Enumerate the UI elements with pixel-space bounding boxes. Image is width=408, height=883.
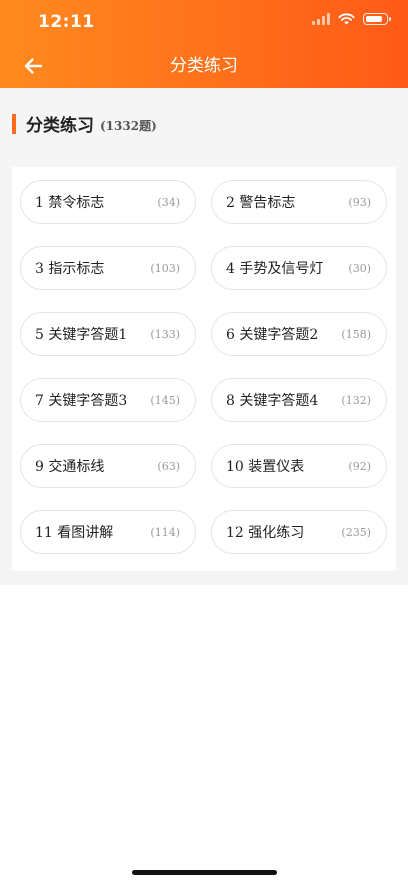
category-count: (92) bbox=[348, 459, 371, 473]
section-title: 分类练习 bbox=[26, 116, 94, 136]
category-item[interactable]: 3 指示标志 (103) bbox=[20, 246, 196, 290]
category-item[interactable]: 12 强化练习 (235) bbox=[211, 510, 387, 554]
category-name: 12 强化练习 bbox=[226, 525, 305, 541]
category-item[interactable]: 2 警告标志 (93) bbox=[211, 180, 387, 224]
category-count: (30) bbox=[348, 261, 371, 275]
app-header: 12:11 分类练习 bbox=[0, 0, 408, 88]
category-count: (132) bbox=[341, 393, 371, 407]
category-name: 5 关键字答题1 bbox=[35, 327, 128, 343]
category-count: (63) bbox=[157, 459, 180, 473]
wifi-icon bbox=[338, 13, 355, 25]
category-count: (103) bbox=[150, 261, 180, 275]
category-name: 10 装置仪表 bbox=[226, 459, 305, 475]
main-content: 分类练习 (1332题) 1 禁令标志 (34) 2 警告标志 (93) 3 指… bbox=[0, 88, 408, 585]
cellular-signal-icon bbox=[312, 13, 330, 25]
battery-level bbox=[365, 15, 382, 22]
category-name: 4 手势及信号灯 bbox=[226, 261, 324, 277]
category-name: 2 警告标志 bbox=[226, 195, 296, 211]
category-item[interactable]: 6 关键字答题2 (158) bbox=[211, 312, 387, 356]
category-item[interactable]: 10 装置仪表 (92) bbox=[211, 444, 387, 488]
status-time: 12:11 bbox=[38, 12, 95, 32]
page-title: 分类练习 bbox=[170, 56, 238, 76]
category-name: 11 看图讲解 bbox=[35, 525, 114, 541]
category-count: (34) bbox=[157, 195, 180, 209]
category-name: 3 指示标志 bbox=[35, 261, 105, 277]
category-name: 9 交通标线 bbox=[35, 459, 105, 475]
category-count: (114) bbox=[150, 525, 180, 539]
category-grid: 1 禁令标志 (34) 2 警告标志 (93) 3 指示标志 (103) 4 手… bbox=[20, 180, 387, 554]
category-card: 1 禁令标志 (34) 2 警告标志 (93) 3 指示标志 (103) 4 手… bbox=[12, 167, 396, 571]
status-icons bbox=[312, 13, 391, 25]
category-name: 7 关键字答题3 bbox=[35, 393, 128, 409]
home-indicator[interactable] bbox=[132, 870, 277, 875]
category-item[interactable]: 8 关键字答题4 (132) bbox=[211, 378, 387, 422]
category-count: (133) bbox=[150, 327, 180, 341]
battery-icon bbox=[363, 13, 391, 25]
category-count: (145) bbox=[150, 393, 180, 407]
category-name: 8 关键字答题4 bbox=[226, 393, 319, 409]
section-header: 分类练习 (1332题) bbox=[12, 111, 157, 136]
category-item[interactable]: 7 关键字答题3 (145) bbox=[20, 378, 196, 422]
section-accent-bar bbox=[12, 113, 16, 134]
category-item[interactable]: 9 交通标线 (63) bbox=[20, 444, 196, 488]
category-name: 1 禁令标志 bbox=[35, 195, 105, 211]
category-item[interactable]: 11 看图讲解 (114) bbox=[20, 510, 196, 554]
category-name: 6 关键字答题2 bbox=[226, 327, 319, 343]
category-count: (235) bbox=[341, 525, 371, 539]
category-item[interactable]: 5 关键字答题1 (133) bbox=[20, 312, 196, 356]
category-item[interactable]: 1 禁令标志 (34) bbox=[20, 180, 196, 224]
category-item[interactable]: 4 手势及信号灯 (30) bbox=[211, 246, 387, 290]
section-total-count: (1332题) bbox=[100, 119, 157, 133]
category-count: (93) bbox=[348, 195, 371, 209]
category-count: (158) bbox=[341, 327, 371, 341]
